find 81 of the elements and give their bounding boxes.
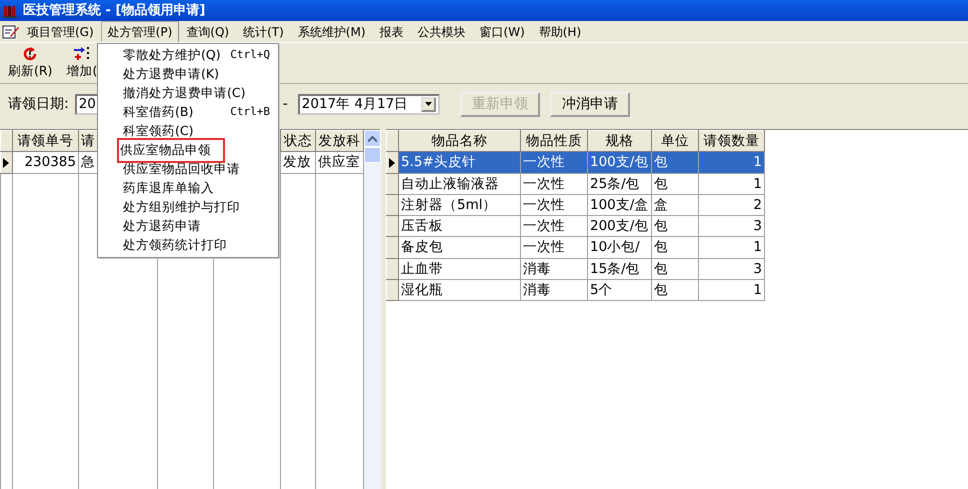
menu-item[interactable]: 项目管理(G) [20,20,101,42]
table-cell: 包 [652,216,698,237]
table-cell: 包 [652,152,698,173]
table-cell: 湿化瓶 [398,279,520,300]
column-header[interactable]: 物品性质 [520,130,588,152]
caret-up-icon [368,136,377,142]
table-cell: 注射器（5ml） [398,194,520,216]
table-cell: 1 [698,236,764,258]
app-icon [3,4,19,18]
add-icon [72,46,91,62]
table-cell: 100支/盒 [588,194,652,216]
menu-item[interactable]: 处方退药申请 [122,217,202,236]
menu-item[interactable]: 窗口(W) [472,20,532,42]
table-cell: 自动止液输液器 [398,173,520,194]
table-cell: 一次性 [520,216,588,237]
table-cell: 1 [698,152,764,173]
menu-item[interactable]: 系统维护(M) [290,20,373,42]
table-cell: 100支/包 [588,152,652,173]
menu-item[interactable]: 处方领药统计打印 [122,236,228,255]
document-edit-icon [2,24,20,40]
table-cell: 2 [698,194,764,216]
table-cell: 消毒 [520,258,588,280]
caret-down-icon [424,102,432,106]
table-cell: 200支/包 [588,216,652,237]
menu-item[interactable]: 处方退费申请(K) [122,65,220,84]
table-cell: 5.5#头皮针 [398,152,520,173]
menu-item[interactable]: 药库退库单输入 [122,179,215,198]
scroll-up-button[interactable] [364,130,381,147]
table-cell: 1 [698,279,764,300]
table-cell: 25条/包 [588,173,652,194]
range-separator: - [282,94,288,114]
date-picker[interactable]: 2017年 4月17日 [298,94,440,114]
table-cell: 止血带 [398,258,520,280]
menu-item[interactable]: 帮助(H) [532,20,588,42]
menu-item[interactable]: 科室领药(C) [122,122,194,141]
column-header[interactable]: 发放科 [316,130,364,152]
column-header[interactable]: 状态 [280,130,316,152]
table-cell: 3 [698,258,764,280]
table-cell: 包 [652,279,698,300]
table-cell: 230385 [12,152,78,173]
table-cell: 5个 [588,279,652,300]
scrollbar-thumb[interactable] [364,147,381,163]
toolbar-button[interactable]: 增加( [62,43,102,83]
date-label: 请领日期: [8,94,69,114]
table-cell: 一次性 [520,194,588,216]
table-cell: 备皮包 [398,236,520,258]
row-pointer-icon [3,158,9,168]
menu-item[interactable]: 报表 [372,20,411,42]
table-cell: 包 [652,258,698,280]
column-header[interactable]: 单位 [652,130,698,152]
menu-item[interactable]: 撤消处方退费申请(C) [122,84,246,103]
column-header[interactable]: 请领数量 [698,130,764,152]
column-header[interactable]: 规格 [588,130,652,152]
window-title: 医技管理系统 - [物品领用申请] [23,2,206,20]
menu-item[interactable]: 处方管理(P) [100,20,180,42]
column-header[interactable]: 请领单号 [12,130,78,152]
toolbar-button[interactable]: 刷新(R) [4,43,56,83]
table-cell: 一次性 [520,236,588,258]
shortcut-text: Ctrl+B [230,104,271,120]
table-cell: 盒 [652,194,698,216]
table-cell: 3 [698,216,764,237]
table-cell: 一次性 [520,173,588,194]
table-cell: 包 [652,236,698,258]
table-cell: 10小包/ [588,236,652,258]
action-button[interactable]: 冲消申请 [550,92,630,116]
column-header[interactable]: 物品名称 [398,130,520,152]
table-cell: 一次性 [520,152,588,173]
menu-item[interactable]: 处方组别维护与打印 [122,198,241,217]
menu-item[interactable]: 科室借药(B) [122,103,194,122]
table-cell: 1 [698,173,764,194]
menu-item[interactable]: 查询(Q) [179,20,236,42]
table-cell: 15条/包 [588,258,652,280]
row-pointer-icon [389,158,395,168]
menu-item[interactable]: 零散处方维护(Q) [122,46,222,65]
menu-item[interactable]: 统计(T) [236,20,291,42]
table-cell: 包 [652,173,698,194]
table-cell: 消毒 [520,279,588,300]
refresh-icon [22,46,38,62]
table-cell: 压舌板 [398,216,520,237]
shortcut-text: Ctrl+Q [230,47,271,64]
menu-item[interactable]: 公共模块 [410,20,473,42]
